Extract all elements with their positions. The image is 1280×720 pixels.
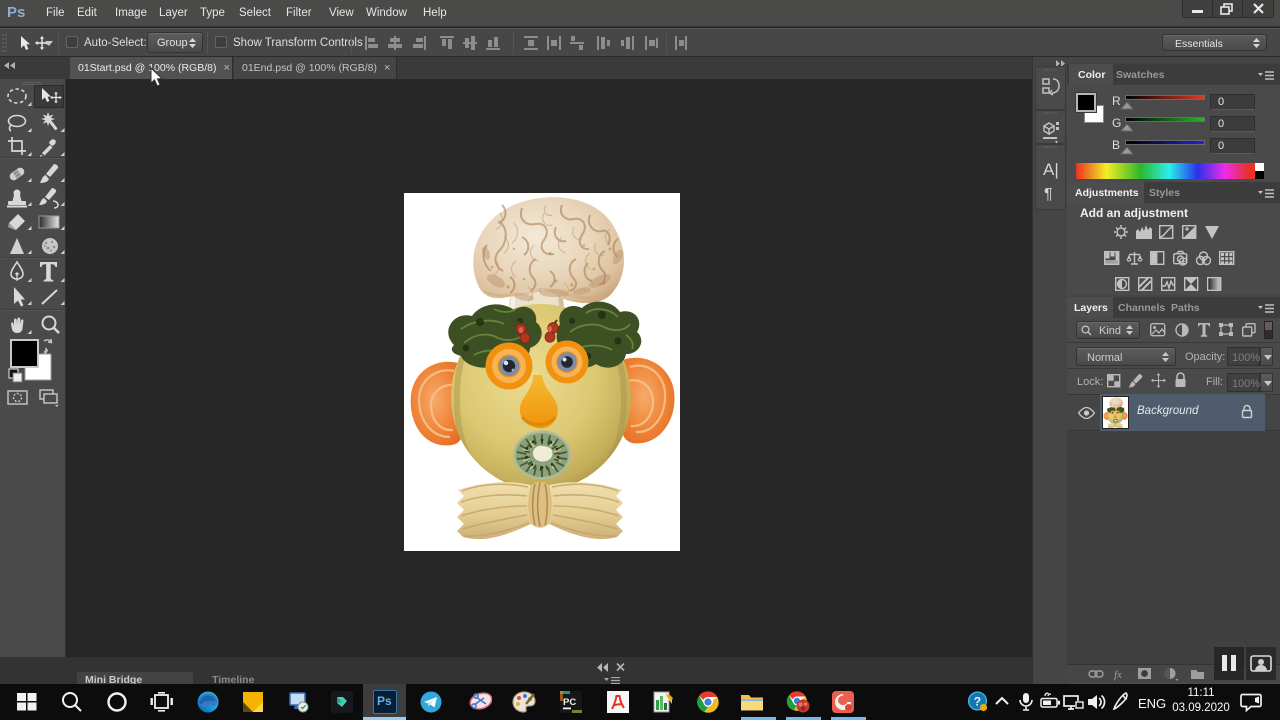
svg-text:?: ? [974,695,981,709]
svg-text:PC: PC [563,697,576,708]
svg-text:¶: ¶ [1044,186,1053,203]
svg-text:A|: A| [1043,160,1059,179]
svg-text:fx: fx [1114,669,1122,681]
